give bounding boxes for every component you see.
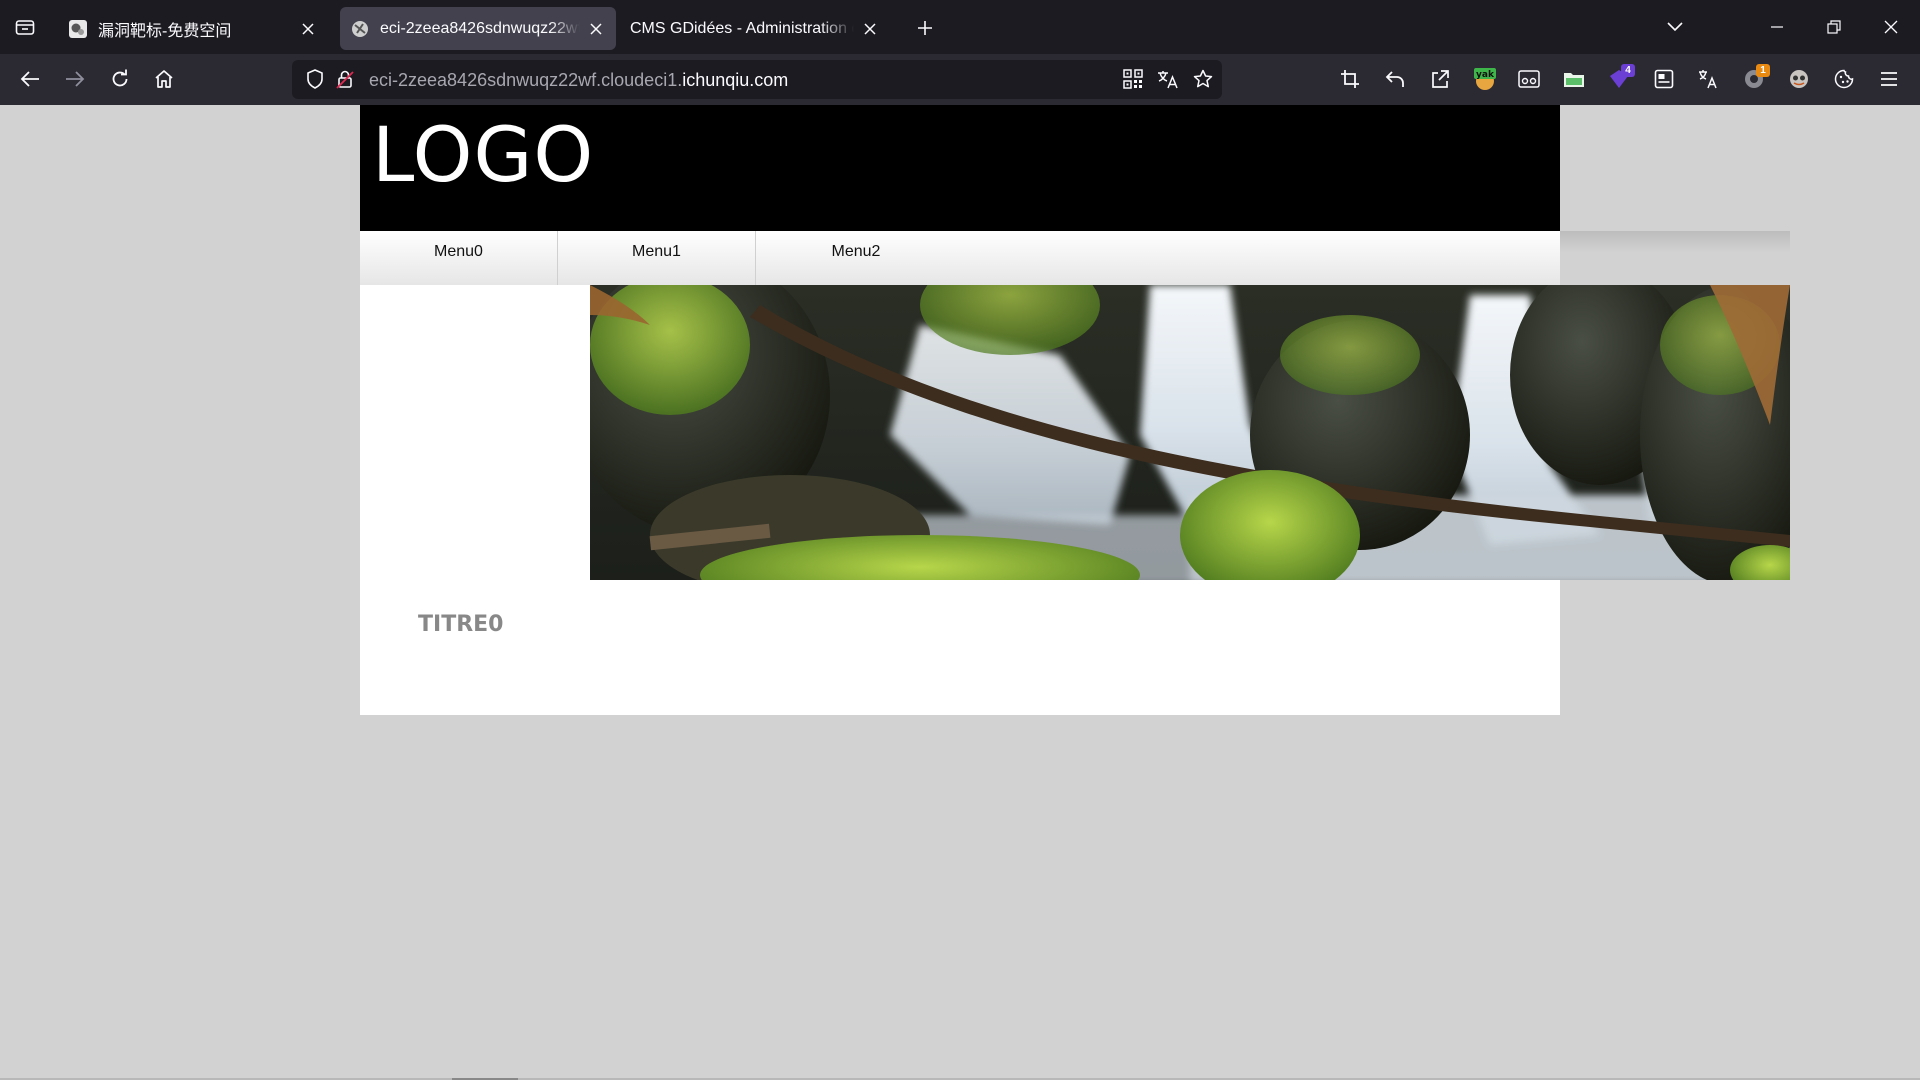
menu-shadow — [1560, 231, 1790, 253]
translate-extension-icon[interactable] — [1693, 63, 1725, 95]
close-tab-icon[interactable] — [586, 19, 606, 39]
back-icon[interactable] — [13, 62, 47, 96]
menu-item-menu1[interactable]: Menu1 — [558, 231, 756, 285]
extension-badge: 1 — [1756, 64, 1770, 77]
app-menu-icon[interactable] — [1873, 63, 1905, 95]
list-all-tabs-icon[interactable] — [1658, 10, 1692, 44]
cookie-icon[interactable] — [1828, 63, 1860, 95]
menu-item-menu0[interactable]: Menu0 — [360, 231, 558, 285]
privacy-mask-icon[interactable] — [1783, 63, 1815, 95]
minimize-icon[interactable] — [1760, 10, 1794, 44]
share-icon[interactable] — [1424, 63, 1456, 95]
menu-item-menu2[interactable]: Menu2 — [757, 231, 955, 285]
folder-extension-icon[interactable] — [1558, 63, 1590, 95]
forward-icon[interactable] — [58, 62, 92, 96]
hero-waterfall-image — [590, 285, 1790, 580]
article-title: TITRE0 — [418, 612, 504, 637]
page-viewport: LOGO Menu0 Menu1 Menu2 TITRE0 — [0, 105, 1920, 1080]
extension-badge: 4 — [1621, 64, 1635, 77]
home-icon[interactable] — [147, 62, 181, 96]
navigation-toolbar: eci-2zeea8426sdnwuqz22wf.cloudeci1.ichun… — [0, 54, 1920, 105]
favicon-icon — [350, 19, 370, 39]
tab-cms-admin[interactable]: CMS GDidées - Administration du site — [620, 7, 890, 50]
reader-glasses-icon[interactable] — [1513, 63, 1545, 95]
yak-label: yak — [1476, 70, 1495, 80]
new-tab-icon[interactable] — [910, 13, 940, 43]
url-domain: ichunqiu.com — [682, 70, 789, 90]
favicon-icon — [68, 19, 88, 39]
tracking-protection-shield-icon[interactable] — [300, 64, 330, 94]
site-logo[interactable]: LOGO — [372, 109, 594, 200]
qr-code-icon[interactable] — [1118, 64, 1148, 94]
restore-icon[interactable] — [1817, 10, 1851, 44]
close-window-icon[interactable] — [1874, 10, 1908, 44]
purple-shield-extension-icon[interactable]: 4 — [1603, 63, 1635, 95]
close-tab-icon[interactable] — [298, 19, 318, 39]
tab-title: 漏洞靶标-免费空间 — [98, 22, 232, 40]
url-subdomain: eci-2zeea8426sdnwuqz22wf.cloudeci1. — [369, 70, 683, 90]
close-tab-icon[interactable] — [860, 19, 880, 39]
screenshot-crop-icon[interactable] — [1334, 63, 1366, 95]
tab-title: CMS GDidées - Administration du site — [630, 19, 854, 37]
tab-bar: 漏洞靶标-免费空间 eci-2zeea8426sdnwuqz22wf.cloud… — [0, 0, 1920, 54]
tab-current-site[interactable]: eci-2zeea8426sdnwuqz22wf.cloudeci1.ichun… — [340, 7, 616, 50]
proxy-extension-icon[interactable]: 1 — [1738, 63, 1770, 95]
undo-arrow-icon[interactable] — [1379, 63, 1411, 95]
bookmark-star-icon[interactable] — [1188, 64, 1218, 94]
site-header: LOGO — [360, 105, 1560, 231]
url-text[interactable]: eci-2zeea8426sdnwuqz22wf.cloudeci1.ichun… — [369, 70, 788, 91]
insecure-lock-icon[interactable] — [330, 64, 360, 94]
firefox-view-icon[interactable] — [6, 11, 44, 43]
cookie-manager-icon[interactable] — [1648, 63, 1680, 95]
tab-title: eci-2zeea8426sdnwuqz22wf.cloudeci1.ichun… — [380, 19, 580, 37]
yakit-extension-icon[interactable]: yak — [1469, 63, 1501, 95]
main-menu: Menu0 Menu1 Menu2 — [360, 231, 1560, 285]
reload-icon[interactable] — [103, 62, 137, 96]
tab-vuln-target[interactable]: 漏洞靶标-免费空间 — [58, 7, 328, 50]
address-bar[interactable]: eci-2zeea8426sdnwuqz22wf.cloudeci1.ichun… — [292, 60, 1222, 99]
translate-icon[interactable] — [1153, 64, 1183, 94]
